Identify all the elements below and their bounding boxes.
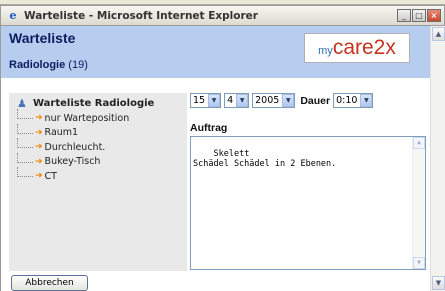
page-subtitle: Radiologie (19) — [9, 59, 88, 71]
tree-branch-line — [17, 138, 33, 149]
order-textarea[interactable]: Skelett Schädel Schädel in 2 Ebenen. ▲ ▼ — [190, 136, 426, 270]
waiting-count: (19) — [68, 59, 88, 71]
page-title: Warteliste — [9, 30, 76, 46]
tree-item-raum1[interactable]: ➜ Raum1 — [17, 123, 129, 141]
tree-item-label: Bukey-Tisch — [44, 156, 101, 168]
logo-main: care2x — [332, 36, 396, 59]
duration-value: 0:10 — [336, 95, 358, 106]
day-select[interactable]: 15 ▼ — [190, 93, 222, 108]
day-value: 15 — [193, 95, 206, 106]
scroll-down-icon[interactable]: ▼ — [432, 276, 445, 290]
date-duration-controls: 15 ▼ 4 ▼ 2005 ▼ Dauer 0:10 ▼ — [190, 93, 374, 108]
close-button[interactable]: × — [427, 9, 441, 22]
tree-item-label: Raum1 — [44, 127, 79, 139]
scroll-up-icon[interactable]: ▲ — [413, 137, 425, 149]
maximize-button[interactable]: □ — [412, 9, 426, 22]
month-select[interactable]: 4 ▼ — [224, 93, 250, 108]
order-text: Skelett Schädel Schädel in 2 Ebenen. — [193, 149, 337, 169]
tree-item-durchleucht[interactable]: ➜ Durchleucht. — [17, 138, 129, 155]
department-label: Radiologie — [9, 59, 66, 71]
window-titlebar[interactable]: e Warteliste - Microsoft Internet Explor… — [0, 5, 445, 26]
chevron-down-icon[interactable]: ▼ — [360, 94, 373, 107]
arrow-right-icon: ➜ — [35, 142, 43, 153]
page-viewport: Warteliste Radiologie (19) my care2x ♟ W… — [0, 26, 430, 291]
minimize-button[interactable]: _ — [397, 9, 411, 22]
scroll-up-icon[interactable]: ▲ — [432, 27, 445, 41]
tree-root-label: Warteliste Radiologie — [33, 98, 155, 109]
window-title: Warteliste - Microsoft Internet Explorer — [24, 9, 258, 22]
tree-items: ➜ nur Warteposition ➜ Raum1 ➜ Durchleuch… — [17, 109, 130, 184]
chevron-down-icon[interactable]: ▼ — [236, 94, 249, 107]
tree-item-ct[interactable]: ➜ CT — [17, 167, 129, 184]
person-icon: ♟ — [17, 97, 27, 110]
duration-label: Dauer — [300, 94, 331, 107]
cancel-button[interactable]: Abbrechen — [11, 275, 88, 291]
arrow-right-icon: ➜ — [35, 113, 43, 124]
tree-item-bukey-tisch[interactable]: ➜ Bukey-Tisch — [17, 152, 129, 170]
page-header: Warteliste Radiologie (19) my care2x — [1, 26, 430, 78]
page-scrollbar[interactable]: ▲ ▼ — [430, 26, 445, 291]
tree-item-nur-warteposition[interactable]: ➜ nur Warteposition — [17, 109, 130, 126]
arrow-right-icon: ➜ — [35, 156, 43, 167]
tree-item-label: CT — [44, 170, 57, 182]
chevron-down-icon[interactable]: ▼ — [208, 94, 221, 107]
month-value: 4 — [227, 95, 234, 106]
textarea-scrollbar[interactable]: ▲ ▼ — [412, 137, 425, 269]
logo-prefix: my — [318, 45, 333, 57]
waitlist-tree-panel: ♟ Warteliste Radiologie ➜ nur Warteposit… — [9, 93, 187, 271]
tree-root[interactable]: ♟ Warteliste Radiologie — [17, 97, 154, 110]
arrow-right-icon: ➜ — [35, 171, 43, 182]
tree-branch-line — [17, 109, 33, 120]
tree-branch-line — [17, 167, 33, 178]
scroll-down-icon[interactable]: ▼ — [413, 257, 425, 269]
tree-branch-line — [17, 152, 33, 163]
tree-item-label: Durchleucht. — [44, 141, 106, 153]
order-label: Auftrag — [190, 122, 228, 134]
care2x-logo: my care2x — [304, 33, 410, 63]
year-select[interactable]: 2005 ▼ — [252, 93, 296, 108]
chevron-down-icon[interactable]: ▼ — [282, 94, 295, 107]
tree-branch-line — [17, 123, 33, 134]
tree-item-label: nur Warteposition — [44, 112, 130, 124]
internet-explorer-icon: e — [9, 8, 17, 22]
arrow-right-icon: ➜ — [35, 127, 43, 138]
duration-select[interactable]: 0:10 ▼ — [333, 93, 374, 108]
year-value: 2005 — [255, 95, 280, 106]
window-controls: _ □ × — [397, 9, 441, 22]
